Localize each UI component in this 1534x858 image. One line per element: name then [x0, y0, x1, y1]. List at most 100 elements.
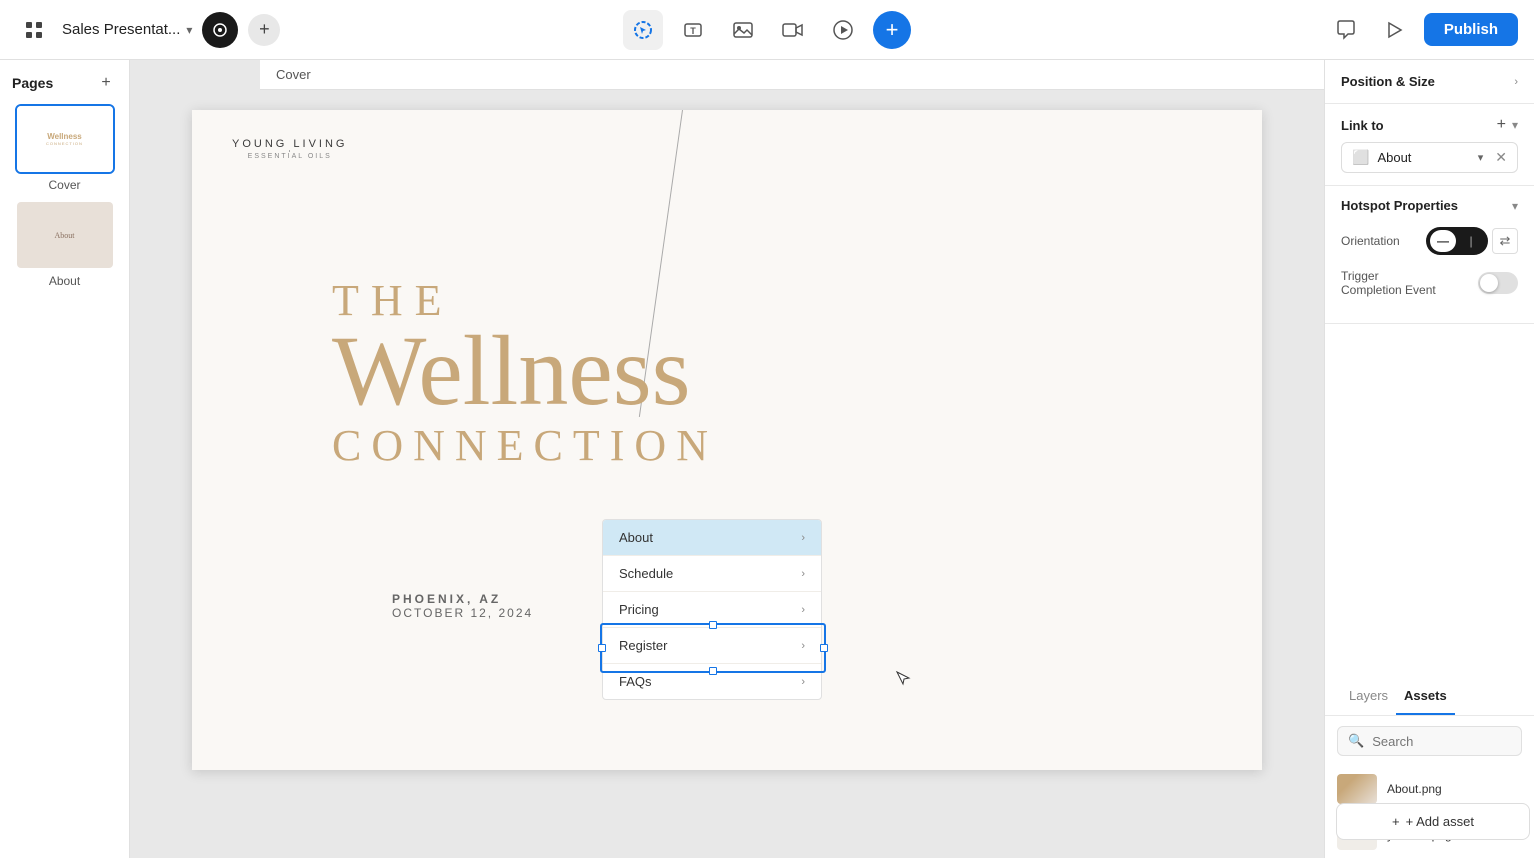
- topbar: Sales Presentat... ▾ + T: [0, 0, 1534, 60]
- about-thumbnail: About: [15, 200, 115, 270]
- link-clear-button[interactable]: ✕: [1495, 149, 1507, 166]
- assets-layers-tabs: Layers Assets: [1325, 678, 1534, 716]
- svg-text:T: T: [690, 26, 696, 36]
- position-size-arrow: ›: [1514, 76, 1518, 88]
- breadcrumb: Cover: [260, 60, 1324, 90]
- page-thumb-cover[interactable]: Wellness CONNECTION Cover: [8, 104, 121, 192]
- add-element-button[interactable]: +: [873, 11, 911, 49]
- horizontal-icon: —: [1437, 234, 1449, 248]
- location-date: OCTOBER 12, 2024: [392, 606, 533, 620]
- project-name-text: Sales Presentat...: [62, 21, 180, 38]
- link-to-header: Link to + ▾: [1341, 104, 1518, 142]
- orientation-arrows-button[interactable]: ⇄: [1492, 228, 1518, 254]
- main-headline: THE Wellness CONNECTION: [332, 275, 718, 471]
- cover-thumbnail: Wellness CONNECTION: [15, 104, 115, 174]
- project-name-chevron: ▾: [186, 23, 192, 37]
- add-page-button[interactable]: +: [95, 72, 117, 94]
- logo-name: YOUNG LIVING: [232, 138, 347, 150]
- video-tool-button[interactable]: [773, 10, 813, 50]
- link-dropdown-value: About: [1377, 150, 1469, 165]
- link-add-button[interactable]: +: [1497, 116, 1506, 134]
- menu-item-pricing[interactable]: Pricing ›: [603, 592, 821, 628]
- text-tool-button[interactable]: T: [673, 10, 713, 50]
- grid-menu-button[interactable]: [16, 12, 52, 48]
- link-dropdown[interactable]: ⬜ About ▾ ✕: [1341, 142, 1518, 173]
- logo-area: YOUNG LIVING ESSENTIAL OILS: [232, 138, 347, 160]
- position-size-title: Position & Size: [1341, 74, 1435, 89]
- assets-search-input[interactable]: [1372, 734, 1534, 749]
- topbar-center: T +: [623, 10, 911, 50]
- menu-item-register[interactable]: Register ›: [603, 628, 821, 664]
- location-city: PHOENIX, AZ: [392, 592, 533, 606]
- menu-item-schedule-chevron: ›: [801, 568, 805, 580]
- menu-item-about-chevron: ›: [801, 532, 805, 544]
- menu-item-schedule[interactable]: Schedule ›: [603, 556, 821, 592]
- orientation-controls: — | ⇄: [1426, 227, 1518, 255]
- project-name[interactable]: Sales Presentat... ▾: [62, 21, 192, 38]
- hotspot-properties-section: Hotspot Properties ▾ Orientation — |: [1325, 186, 1534, 324]
- menu-item-schedule-label: Schedule: [619, 566, 673, 581]
- hotspot-properties-title: Hotspot Properties: [1341, 198, 1458, 213]
- link-page-icon: ⬜: [1352, 149, 1369, 166]
- image-tool-button[interactable]: [723, 10, 763, 50]
- headline-connection: CONNECTION: [332, 420, 718, 471]
- device-selector[interactable]: [202, 12, 238, 48]
- position-size-header[interactable]: Position & Size ›: [1325, 60, 1534, 103]
- orientation-label: Orientation: [1341, 234, 1400, 248]
- topbar-left: Sales Presentat... ▾ +: [16, 12, 280, 48]
- pages-header: Pages +: [8, 72, 121, 104]
- hotspot-properties-header[interactable]: Hotspot Properties ▾: [1341, 186, 1518, 227]
- orientation-row: Orientation — | ⇄: [1341, 227, 1518, 255]
- add-content-button[interactable]: +: [248, 14, 280, 46]
- slide-background: YOUNG LIVING ESSENTIAL OILS THE Wellness…: [192, 110, 1262, 770]
- toggle-knob: [1480, 274, 1498, 292]
- vertical-option[interactable]: |: [1458, 230, 1484, 252]
- right-panel: Position & Size › Link to + ▾ ⬜ About ▾: [1324, 60, 1534, 858]
- navigation-menu[interactable]: About › Schedule › Pricing › Register: [602, 519, 822, 700]
- add-asset-button[interactable]: + + Add asset: [1336, 803, 1530, 840]
- pages-panel: Pages + Wellness CONNECTION Cover About …: [0, 60, 130, 858]
- menu-item-about[interactable]: About ›: [603, 520, 821, 556]
- add-asset-icon: +: [1392, 814, 1400, 829]
- canvas-area[interactable]: Cover YOUNG LIVING ESSENTIAL OILS THE: [130, 60, 1324, 858]
- menu-item-register-label: Register: [619, 638, 667, 653]
- comments-button[interactable]: [1328, 12, 1364, 48]
- breadcrumb-text: Cover: [276, 67, 311, 82]
- tab-assets[interactable]: Assets: [1396, 678, 1455, 715]
- asset-name-about: About.png: [1387, 782, 1442, 796]
- slide-canvas[interactable]: YOUNG LIVING ESSENTIAL OILS THE Wellness…: [192, 110, 1262, 770]
- completion-label: Completion Event: [1341, 283, 1436, 297]
- link-dropdown-chevron: ▾: [1478, 151, 1484, 164]
- logo-subtitle: ESSENTIAL OILS: [232, 153, 347, 160]
- cover-page-label: Cover: [48, 178, 80, 192]
- link-collapse-button[interactable]: ▾: [1512, 118, 1518, 132]
- search-icon: 🔍: [1348, 733, 1364, 749]
- link-to-actions: + ▾: [1497, 116, 1518, 134]
- hotspot-properties-chevron: ▾: [1512, 199, 1518, 213]
- menu-item-pricing-chevron: ›: [801, 604, 805, 616]
- asset-thumb-about: [1337, 774, 1377, 804]
- pages-title: Pages: [12, 75, 53, 91]
- orientation-toggle[interactable]: — |: [1426, 227, 1488, 255]
- page-thumb-about[interactable]: About About: [8, 200, 121, 288]
- about-page-label: About: [49, 274, 80, 288]
- trigger-completion-row: Trigger Completion Event: [1341, 269, 1518, 297]
- vertical-icon: |: [1469, 234, 1472, 248]
- link-to-title: Link to: [1341, 118, 1384, 133]
- menu-item-faqs-chevron: ›: [801, 676, 805, 688]
- link-to-section: Link to + ▾ ⬜ About ▾ ✕: [1325, 104, 1534, 186]
- tab-layers[interactable]: Layers: [1341, 678, 1396, 715]
- menu-item-about-label: About: [619, 530, 653, 545]
- trigger-completion-toggle[interactable]: [1478, 272, 1518, 294]
- horizontal-option[interactable]: —: [1430, 230, 1456, 252]
- publish-button[interactable]: Publish: [1424, 13, 1518, 46]
- cursor-tool-button[interactable]: [623, 10, 663, 50]
- location-area: PHOENIX, AZ OCTOBER 12, 2024: [392, 592, 533, 620]
- preview-button[interactable]: [1376, 12, 1412, 48]
- menu-item-faqs[interactable]: FAQs ›: [603, 664, 821, 699]
- main-area: Pages + Wellness CONNECTION Cover About …: [0, 60, 1534, 858]
- canvas-wrapper: YOUNG LIVING ESSENTIAL OILS THE Wellness…: [192, 110, 1262, 770]
- headline-wellness: Wellness: [332, 326, 718, 416]
- play-tool-button[interactable]: [823, 10, 863, 50]
- trigger-completion-labels: Trigger Completion Event: [1341, 269, 1436, 297]
